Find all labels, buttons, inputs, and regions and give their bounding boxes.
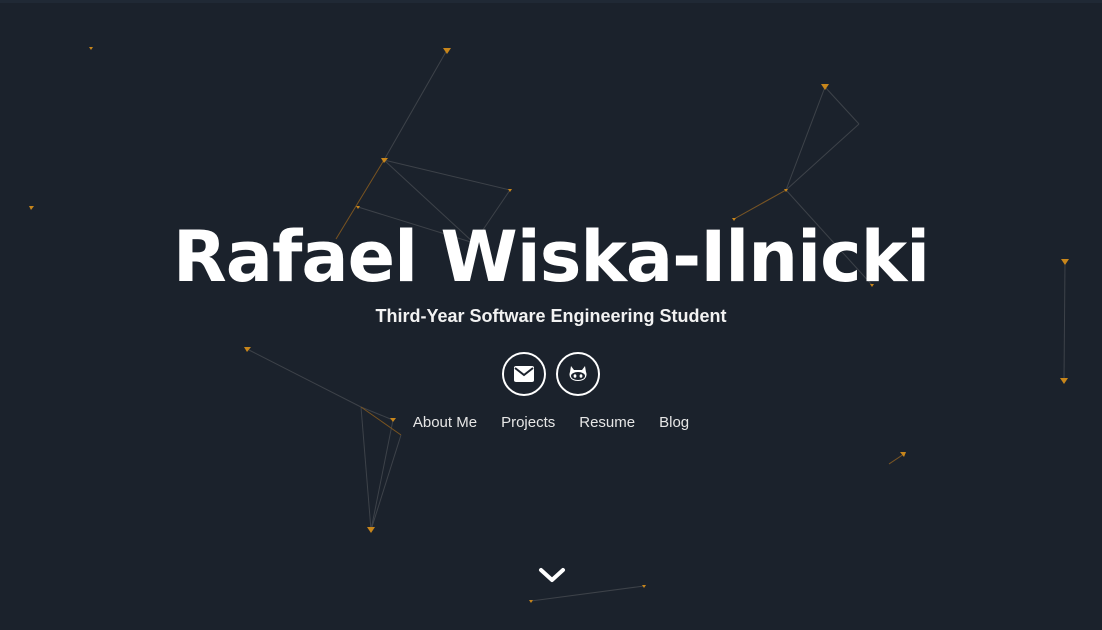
github-icon <box>569 366 587 381</box>
hero-section: Rafael Wiska-Ilnicki Third-Year Software… <box>0 0 1102 630</box>
email-button[interactable] <box>502 352 546 396</box>
envelope-icon <box>514 366 534 382</box>
scroll-down-button[interactable] <box>537 563 567 587</box>
nav-blog[interactable]: Blog <box>659 413 689 433</box>
chevron-down-icon <box>539 568 565 582</box>
nav-resume[interactable]: Resume <box>579 413 635 433</box>
main-nav: About Me Projects Resume Blog <box>0 413 1102 433</box>
github-button[interactable] <box>556 352 600 396</box>
hero-content: Rafael Wiska-Ilnicki Third-Year Software… <box>0 3 1102 630</box>
page-subtitle: Third-Year Software Engineering Student <box>375 306 727 326</box>
page-title: Rafael Wiska-Ilnicki <box>172 216 930 298</box>
social-links <box>0 352 1102 396</box>
nav-about-me[interactable]: About Me <box>413 413 477 433</box>
nav-projects[interactable]: Projects <box>501 413 555 433</box>
